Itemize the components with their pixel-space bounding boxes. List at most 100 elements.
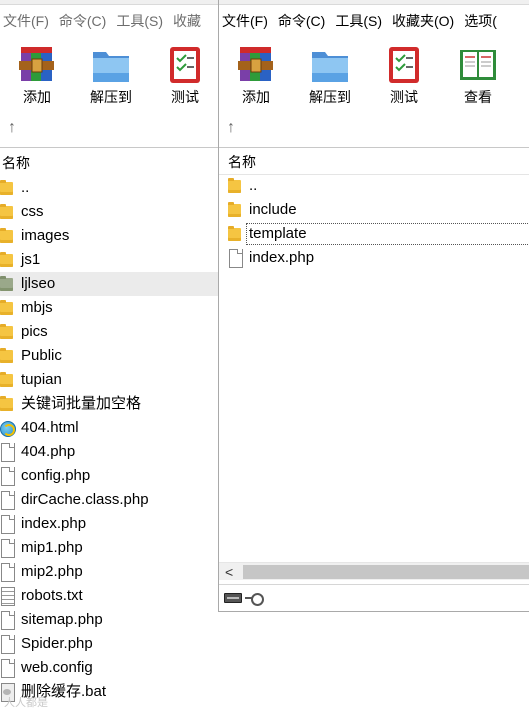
file-row[interactable]: ljlseo — [0, 272, 218, 296]
toolbar-button-0[interactable]: 添加 — [0, 38, 74, 110]
file-name: ljlseo — [21, 275, 56, 292]
up-arrow-icon[interactable]: ↑ — [227, 119, 235, 137]
file-row[interactable]: tupian — [0, 368, 218, 392]
view-book-icon — [456, 42, 500, 86]
horizontal-scrollbar[interactable]: < — [219, 562, 529, 580]
extract-folder-icon — [89, 42, 133, 86]
menu-item-1[interactable]: 命令(C) — [56, 9, 109, 33]
file-icon — [0, 491, 15, 510]
column-header-name[interactable]: 名称 — [219, 149, 529, 175]
file-row[interactable]: 404.html — [0, 416, 218, 440]
add-archive-icon — [15, 42, 59, 86]
file-icon — [0, 611, 15, 630]
file-row[interactable]: dirCache.class.php — [0, 488, 218, 512]
file-row[interactable]: config.php — [0, 464, 218, 488]
file-name: pics — [21, 323, 48, 340]
back-archive-window: 文件(F) 命令(C) 工具(S) 收藏 添加 解压到 测试 ↑ 名称 .. css imag… — [0, 0, 218, 714]
file-row[interactable]: pics — [0, 320, 218, 344]
menu-item-2[interactable]: 工具(S) — [113, 9, 166, 33]
folder-icon — [0, 323, 14, 341]
menu-bar: 文件(F) 命令(C) 工具(S) 收藏夹(O) 选项( — [219, 9, 529, 33]
toolbar-button-2[interactable]: 测试 — [367, 38, 441, 110]
column-header-name[interactable]: 名称 — [0, 150, 218, 176]
key-icon[interactable] — [245, 592, 264, 606]
watermark: 人人都是 — [4, 697, 48, 709]
file-row[interactable]: .. — [219, 174, 529, 198]
file-row[interactable]: include — [219, 198, 529, 222]
folder-icon — [0, 203, 14, 221]
menu-item-1[interactable]: 命令(C) — [275, 9, 328, 33]
file-name: mip1.php — [21, 539, 83, 556]
toolbar-button-label: 解压到 — [309, 89, 351, 105]
folder-icon — [228, 177, 242, 195]
folder-icon — [228, 225, 242, 243]
path-bar: ↑ — [219, 116, 529, 142]
file-name: robots.txt — [21, 587, 83, 604]
file-name: .. — [21, 179, 30, 196]
scrollbar-thumb[interactable] — [243, 565, 529, 579]
toolbar-button-1[interactable]: 解压到 — [293, 38, 367, 110]
folder-icon — [0, 179, 14, 197]
menu-item-0[interactable]: 文件(F) — [219, 9, 271, 33]
file-name: include — [249, 201, 297, 218]
toolbar-button-label: 测试 — [171, 89, 199, 105]
file-row[interactable]: js1 — [0, 248, 218, 272]
front-archive-window: 文件(F)命令(C)工具(S)收藏夹(O)选项( 添加 解压到 测试 查看 删 ↑ 名称… — [218, 0, 529, 612]
scroll-left-arrow-icon[interactable]: < — [225, 563, 233, 581]
file-name: js1 — [21, 251, 41, 268]
toolbar-button-2[interactable]: 测试 — [148, 38, 218, 110]
drive-icon[interactable] — [224, 593, 242, 603]
file-row[interactable]: css — [0, 200, 218, 224]
toolbar-button-0[interactable]: 添加 — [219, 38, 293, 110]
file-row[interactable]: mip1.php — [0, 536, 218, 560]
file-row[interactable]: mip2.php — [0, 560, 218, 584]
menu-item-2[interactable]: 工具(S) — [332, 9, 385, 33]
file-row[interactable]: web.config — [0, 656, 218, 680]
file-row[interactable]: template — [219, 222, 529, 246]
file-list: .. include template index.php — [219, 174, 529, 270]
file-name: dirCache.class.php — [21, 491, 149, 508]
menu-item-3[interactable]: 收藏夹(O) — [389, 9, 457, 33]
file-icon — [228, 249, 243, 268]
file-row[interactable]: sitemap.php — [0, 608, 218, 632]
folder-icon — [0, 227, 14, 245]
file-name: .. — [249, 177, 258, 194]
text-file-icon — [0, 587, 15, 606]
file-icon — [0, 443, 15, 462]
html-file-icon — [0, 419, 16, 437]
file-row[interactable]: index.php — [219, 246, 529, 270]
file-name: index.php — [249, 249, 315, 266]
up-arrow-icon[interactable]: ↑ — [8, 119, 16, 137]
toolbar-button-3[interactable]: 查看 — [441, 38, 515, 110]
folder-icon — [228, 201, 242, 219]
divider — [0, 147, 218, 148]
menu-bar: 文件(F) 命令(C) 工具(S) 收藏 — [0, 9, 218, 33]
file-row[interactable]: Spider.php — [0, 632, 218, 656]
divider — [219, 147, 529, 148]
file-row[interactable]: .. — [0, 176, 218, 200]
file-name: 404.php — [21, 443, 76, 460]
file-row[interactable]: Public — [0, 344, 218, 368]
file-name: index.php — [21, 515, 87, 532]
menu-item-3[interactable]: 收藏 — [170, 9, 204, 33]
file-row[interactable]: mbjs — [0, 296, 218, 320]
file-name: template — [246, 223, 529, 245]
toolbar-button-1[interactable]: 解压到 — [74, 38, 148, 110]
folder-icon — [0, 395, 14, 413]
file-row[interactable]: 404.php — [0, 440, 218, 464]
toolbar-button-label: 查看 — [464, 89, 492, 105]
menu-item-0[interactable]: 文件(F) — [0, 9, 52, 33]
file-row[interactable]: robots.txt — [0, 584, 218, 608]
path-bar: ↑ — [0, 116, 218, 142]
file-icon — [0, 563, 15, 582]
file-row[interactable]: index.php — [0, 512, 218, 536]
file-list: .. css images js1 ljlseo mbjs pics Public tupian… — [0, 176, 218, 704]
file-name: images — [21, 227, 70, 244]
menu-item-4[interactable]: 选项( — [461, 9, 500, 33]
file-row[interactable]: images — [0, 224, 218, 248]
file-row[interactable]: 关键词批量加空格 — [0, 392, 218, 416]
title-bar-edge — [219, 0, 529, 5]
file-name: sitemap.php — [21, 611, 103, 628]
toolbar-button-4[interactable]: 删 — [515, 38, 529, 110]
toolbar-button-label: 解压到 — [90, 89, 132, 105]
